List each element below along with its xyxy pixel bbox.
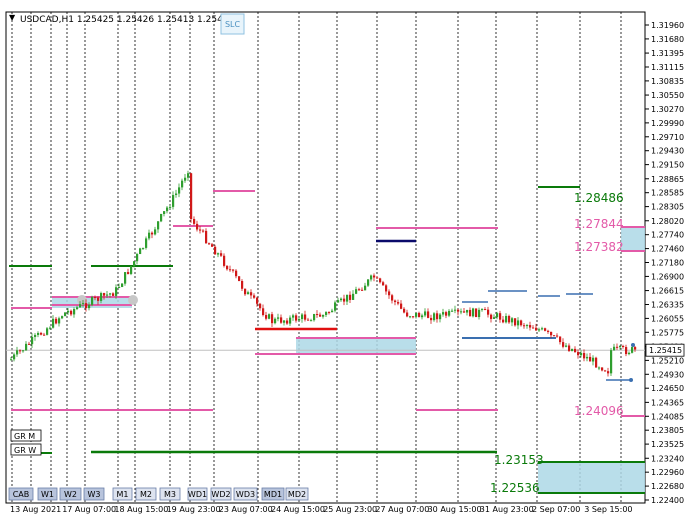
time-label: 17 Aug 07:00 (62, 505, 116, 514)
marker-circle (128, 295, 138, 305)
dropdown-arrow-icon[interactable]: ▼ (9, 13, 16, 22)
candle (472, 307, 475, 318)
price-tick-label: 1.29150 (651, 161, 684, 170)
price-tick-label: 1.24650 (651, 384, 684, 393)
candle (64, 312, 67, 317)
symbol-info: USDCAD,H1 1.25425 1.25426 1.25413 1.2541… (20, 15, 234, 25)
chart-window: 1.31960 1.31680 1.31395 1.31115 1.30835 1.305… (0, 0, 686, 519)
svg-text:GR W: GR W (14, 446, 36, 455)
toolbar-button-w2[interactable]: W2 (59, 487, 82, 501)
gr-m-label[interactable]: GR M (10, 429, 42, 442)
price-tick-label: 1.25775 (651, 328, 684, 337)
price-tick-label: 1.23240 (651, 454, 684, 463)
price-tick-label: 1.27740 (651, 231, 684, 240)
price-tick-label: 1.26615 (651, 287, 684, 296)
price-tick-label: 1.27180 (651, 259, 684, 268)
current-price-badge: 1.25415 (645, 343, 685, 357)
time-label: 23 Aug 07:00 (219, 505, 273, 514)
price-tick-label: 1.30550 (651, 91, 684, 100)
price-tick-label: 1.26055 (651, 314, 684, 323)
candle (160, 213, 163, 223)
zone-2 (296, 337, 416, 355)
gr-w-label[interactable]: GR W (10, 443, 42, 456)
price-tick-label: 1.29430 (651, 147, 684, 156)
price-tick-label: 1.27460 (651, 245, 684, 254)
price-tick-label: 1.28585 (651, 189, 684, 198)
price-tick-label: 1.29990 (651, 119, 684, 128)
candle (139, 247, 142, 255)
marker-dot (631, 343, 635, 347)
price-tick-label: 1.22680 (651, 482, 684, 491)
toolbar-button-md1[interactable]: MD1 (261, 487, 285, 501)
price-tick-label: 1.26900 (651, 272, 684, 281)
candle (130, 265, 133, 276)
svg-text:GR M: GR M (14, 432, 35, 441)
level-label-6: 1.22536 (490, 481, 540, 495)
candle (91, 295, 94, 307)
toolbar-button-m1[interactable]: M1 (112, 487, 133, 501)
zone-4 (538, 462, 645, 494)
toolbar-button-wd1[interactable]: WD1 (187, 487, 208, 501)
candle (475, 308, 478, 318)
toolbar-button-md2[interactable]: MD2 (285, 487, 309, 501)
toolbar-button-m2[interactable]: M2 (135, 487, 157, 501)
marker-dot (629, 378, 633, 382)
time-axis: 13 Aug 2021 17 Aug 07:0018 Aug 15:0019 Au… (10, 505, 633, 514)
price-tick-label: 1.22400 (651, 496, 684, 505)
time-label: 3 Sep 15:00 (584, 505, 632, 514)
candle (610, 348, 613, 377)
candle (145, 236, 148, 250)
price-tick-label: 1.23525 (651, 440, 684, 449)
toolbar-button-w1[interactable]: W1 (37, 487, 58, 501)
time-label: 27 Aug 07:00 (375, 505, 429, 514)
price-tick-label: 1.23805 (651, 426, 684, 435)
time-label: 19 Aug 23:00 (167, 505, 221, 514)
svg-text:1.25415: 1.25415 (649, 346, 682, 355)
price-tick-label: 1.28865 (651, 175, 684, 184)
toolbar-button-wd2[interactable]: WD2 (210, 487, 232, 501)
time-label: 25 Aug 23:00 (323, 505, 377, 514)
time-label: 24 Aug 15:00 (271, 505, 325, 514)
slc-button[interactable]: SLC (220, 13, 245, 35)
price-tick-label: 1.24085 (651, 412, 684, 421)
price-tick-label: 1.30270 (651, 105, 684, 114)
time-label: 13 Aug 2021 (10, 505, 61, 514)
price-tick-label: 1.28020 (651, 217, 684, 226)
time-label: 31 Aug 23:00 (480, 505, 534, 514)
price-tick-label: 1.31960 (651, 21, 684, 30)
price-tick-label: 1.24365 (651, 398, 684, 407)
price-axis: 1.31960 1.31680 1.31395 1.31115 1.30835 1.305… (645, 21, 685, 505)
candle (190, 172, 193, 223)
level-label-2: 1.27844 (574, 217, 624, 231)
zone-3 (621, 227, 645, 252)
toolbar-button-wd3[interactable]: WD3 (233, 487, 258, 501)
price-tick-label: 1.25210 (651, 356, 684, 365)
price-tick-label: 1.31680 (651, 35, 684, 44)
toolbar-button-m3[interactable]: M3 (159, 487, 181, 501)
candle (595, 356, 598, 368)
svg-text:SLC: SLC (225, 20, 241, 29)
time-label: 30 Aug 15:00 (428, 505, 482, 514)
time-label: 18 Aug 15:00 (114, 505, 168, 514)
price-tick-label: 1.28305 (651, 203, 684, 212)
level-label-4: 1.24096 (574, 404, 624, 418)
price-tick-label: 1.22960 (651, 468, 684, 477)
price-tick-label: 1.24930 (651, 370, 684, 379)
candle (268, 313, 271, 320)
candle (631, 346, 634, 354)
candle (238, 276, 241, 282)
price-chart[interactable]: 1.31960 1.31680 1.31395 1.31115 1.30835 1.305… (0, 0, 686, 519)
price-tick-label: 1.31115 (651, 63, 684, 72)
price-tick-label: 1.29710 (651, 133, 684, 142)
level-label-5: 1.23153 (494, 453, 544, 467)
price-tick-label: 1.26335 (651, 300, 684, 309)
toolbar-button-cab[interactable]: CAB (8, 487, 34, 501)
time-label: 2 Sep 07:00 (532, 505, 580, 514)
plot-frame (5, 11, 646, 504)
level-label-3: 1.27382 (574, 240, 624, 254)
price-tick-label: 1.30835 (651, 77, 684, 86)
toolbar-button-w3[interactable]: W3 (83, 487, 105, 501)
level-label-1: 1.28486 (574, 191, 624, 205)
price-tick-label: 1.31395 (651, 49, 684, 58)
